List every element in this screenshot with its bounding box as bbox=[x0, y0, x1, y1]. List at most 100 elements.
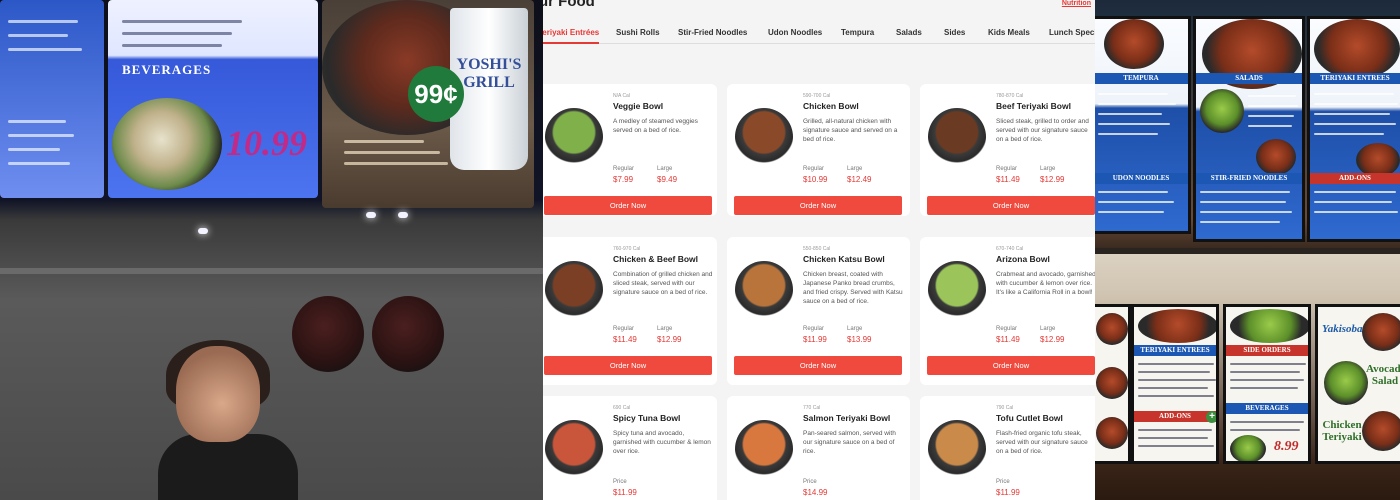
dish-name: Salmon Teriyaki Bowl bbox=[803, 413, 891, 423]
size-price: $12.99 bbox=[657, 335, 682, 344]
dish-calories: 590-700 Cal bbox=[803, 93, 831, 99]
board-header-beverages: BEVERAGES bbox=[122, 62, 212, 77]
promo-price: 10.99 bbox=[226, 123, 307, 163]
dish-image bbox=[545, 108, 603, 166]
dish-image bbox=[735, 261, 793, 319]
dish-image bbox=[545, 261, 603, 319]
menu-screen-edge bbox=[1095, 304, 1131, 464]
dish-calories: 690 Cal bbox=[613, 405, 631, 411]
page-title: ur Food bbox=[543, 0, 595, 10]
tab-lunch-specials[interactable]: Lunch Specials bbox=[1049, 28, 1095, 37]
size-label: Regular bbox=[613, 166, 635, 172]
dish-image bbox=[735, 420, 793, 478]
screen-header: TEMPURA bbox=[1095, 73, 1188, 84]
menu-card: 670-740 Cal Arizona Bowl Crabmeat and avoc… bbox=[920, 237, 1095, 385]
menu-screen-teriyaki: TERIYAKI ENTREES ADD-ONS bbox=[1307, 16, 1400, 242]
order-now-button[interactable]: Order Now bbox=[734, 196, 902, 215]
size-price: $12.99 bbox=[1040, 335, 1065, 344]
size-label: Large bbox=[657, 326, 673, 332]
menu-screen-tempura: TEMPURA UDON NOODLES bbox=[1095, 16, 1191, 234]
menu-screen-yakisoba: Yakisoba Avocado Salad Chicken Teriyaki bbox=[1315, 304, 1400, 464]
dish-image bbox=[928, 420, 986, 478]
menu-card: 790 Cal Tofu Cutlet Bowl Flash-fried organ… bbox=[920, 396, 1095, 500]
restaurant-photos-right: TEMPURA UDON NOODLES SALADS STIR-FRIED N… bbox=[1095, 0, 1400, 500]
person bbox=[158, 340, 298, 500]
size-label: Price bbox=[996, 479, 1010, 485]
dish-calories: 790 Cal bbox=[996, 405, 1014, 411]
menu-screen-teriyaki-entrees: TERIYAKI ENTREES ADD-ONS + bbox=[1131, 304, 1219, 464]
screen-price: 8.99 bbox=[1274, 439, 1299, 454]
size-label: Price bbox=[613, 479, 627, 485]
category-tabs: Teriyaki Entrées Sushi Rolls Stir-Fried … bbox=[543, 22, 1095, 44]
dish-calories: 550-850 Cal bbox=[803, 246, 831, 252]
size-label: Regular bbox=[803, 166, 825, 172]
menu-card: 780-870 Cal Beef Teriyaki Bowl Sliced stea… bbox=[920, 84, 1095, 216]
screen-header: SIDE ORDERS bbox=[1226, 345, 1308, 356]
size-label: Regular bbox=[996, 326, 1018, 332]
screen-subheader: ADD-ONS bbox=[1310, 173, 1400, 184]
size-price: $11.49 bbox=[996, 175, 1020, 184]
ceiling-light bbox=[398, 212, 408, 218]
dish-description: Pan-seared salmon, served with our signa… bbox=[803, 430, 896, 455]
screen-subheader: STIR-FRIED NOODLES bbox=[1196, 173, 1302, 184]
size-price: $11.99 bbox=[613, 488, 637, 497]
size-label: Large bbox=[657, 166, 673, 172]
dish-description: Crabmeat and avocado, garnished with cuc… bbox=[996, 271, 1095, 296]
order-now-button[interactable]: Order Now bbox=[927, 196, 1095, 215]
size-label: Large bbox=[1040, 326, 1056, 332]
menu-screen-salads: SALADS STIR-FRIED NOODLES bbox=[1193, 16, 1305, 242]
tab-salads[interactable]: Salads bbox=[896, 28, 922, 37]
menu-card: 690 Cal Spicy Tuna Bowl Spicy tuna and avo… bbox=[543, 396, 717, 500]
size-label: Large bbox=[1040, 166, 1056, 172]
dish-calories: N/A Cal bbox=[613, 93, 630, 99]
tab-sides[interactable]: Sides bbox=[944, 28, 965, 37]
counter-edge bbox=[0, 268, 543, 274]
dish-name: Chicken Bowl bbox=[803, 101, 859, 111]
dish-description: Spicy tuna and avocado, garnished with c… bbox=[613, 430, 711, 455]
tab-sushi-rolls[interactable]: Sushi Rolls bbox=[616, 28, 660, 37]
dish-name: Arizona Bowl bbox=[996, 254, 1050, 264]
size-price: $12.49 bbox=[847, 175, 872, 184]
order-now-button[interactable]: Order Now bbox=[544, 356, 712, 375]
tab-kids-meals[interactable]: Kids Meals bbox=[988, 28, 1030, 37]
order-now-button[interactable]: Order Now bbox=[544, 196, 712, 215]
size-price: $9.49 bbox=[657, 175, 678, 184]
menu-card: 590-700 Cal Chicken Bowl Grilled, all-natu… bbox=[727, 84, 910, 216]
tab-tempura[interactable]: Tempura bbox=[841, 28, 874, 37]
dish-description: Flash-fried organic tofu steak, served w… bbox=[996, 430, 1088, 455]
dish-name: Chicken Katsu Bowl bbox=[803, 254, 885, 264]
nutrition-link[interactable]: Nutrition bbox=[1062, 0, 1091, 7]
rice-cooker bbox=[292, 296, 364, 372]
tab-udon-noodles[interactable]: Udon Noodles bbox=[768, 28, 822, 37]
size-price: $11.49 bbox=[613, 335, 637, 344]
size-label: Regular bbox=[613, 326, 635, 332]
tab-teriyaki-entrees[interactable]: Teriyaki Entrées bbox=[543, 28, 600, 44]
dish-image bbox=[928, 108, 986, 166]
screen-title: Yakisoba bbox=[1322, 323, 1363, 335]
size-price: $7.99 bbox=[613, 175, 634, 184]
size-price: $12.99 bbox=[1040, 175, 1065, 184]
size-price: $13.99 bbox=[847, 335, 872, 344]
dish-description: Chicken breast, coated with Japanese Pan… bbox=[803, 271, 903, 305]
dish-name: Chicken & Beef Bowl bbox=[613, 254, 699, 264]
order-now-button[interactable]: Order Now bbox=[734, 356, 902, 375]
size-price: $10.99 bbox=[803, 175, 828, 184]
order-now-button[interactable]: Order Now bbox=[927, 356, 1095, 375]
menu-card: 760-970 Cal Chicken & Beef Bowl Combinatio… bbox=[543, 237, 717, 385]
dish-calories: 670-740 Cal bbox=[996, 246, 1024, 252]
ceiling-light bbox=[198, 228, 208, 234]
dish-description: A medley of steamed veggies served on a … bbox=[613, 118, 698, 134]
ceiling-light bbox=[366, 212, 376, 218]
rice-cooker bbox=[372, 296, 444, 372]
dish-image bbox=[545, 420, 603, 478]
menu-card: 550-850 Cal Chicken Katsu Bowl Chicken bre… bbox=[727, 237, 910, 385]
screen-subheader: ADD-ONS bbox=[1134, 411, 1216, 422]
menu-screen-side-orders: SIDE ORDERS BEVERAGES 8.99 bbox=[1223, 304, 1311, 464]
dish-name: Spicy Tuna Bowl bbox=[613, 413, 681, 423]
screen-subheader: BEVERAGES bbox=[1226, 403, 1308, 414]
menu-card: 770 Cal Salmon Teriyaki Bowl Pan-seared sa… bbox=[727, 396, 910, 500]
screen-subheader: UDON NOODLES bbox=[1095, 173, 1188, 184]
tab-stir-fried-noodles[interactable]: Stir-Fried Noodles bbox=[678, 28, 747, 37]
dish-calories: 760-970 Cal bbox=[613, 246, 641, 252]
price-badge: 99¢ bbox=[408, 66, 464, 122]
